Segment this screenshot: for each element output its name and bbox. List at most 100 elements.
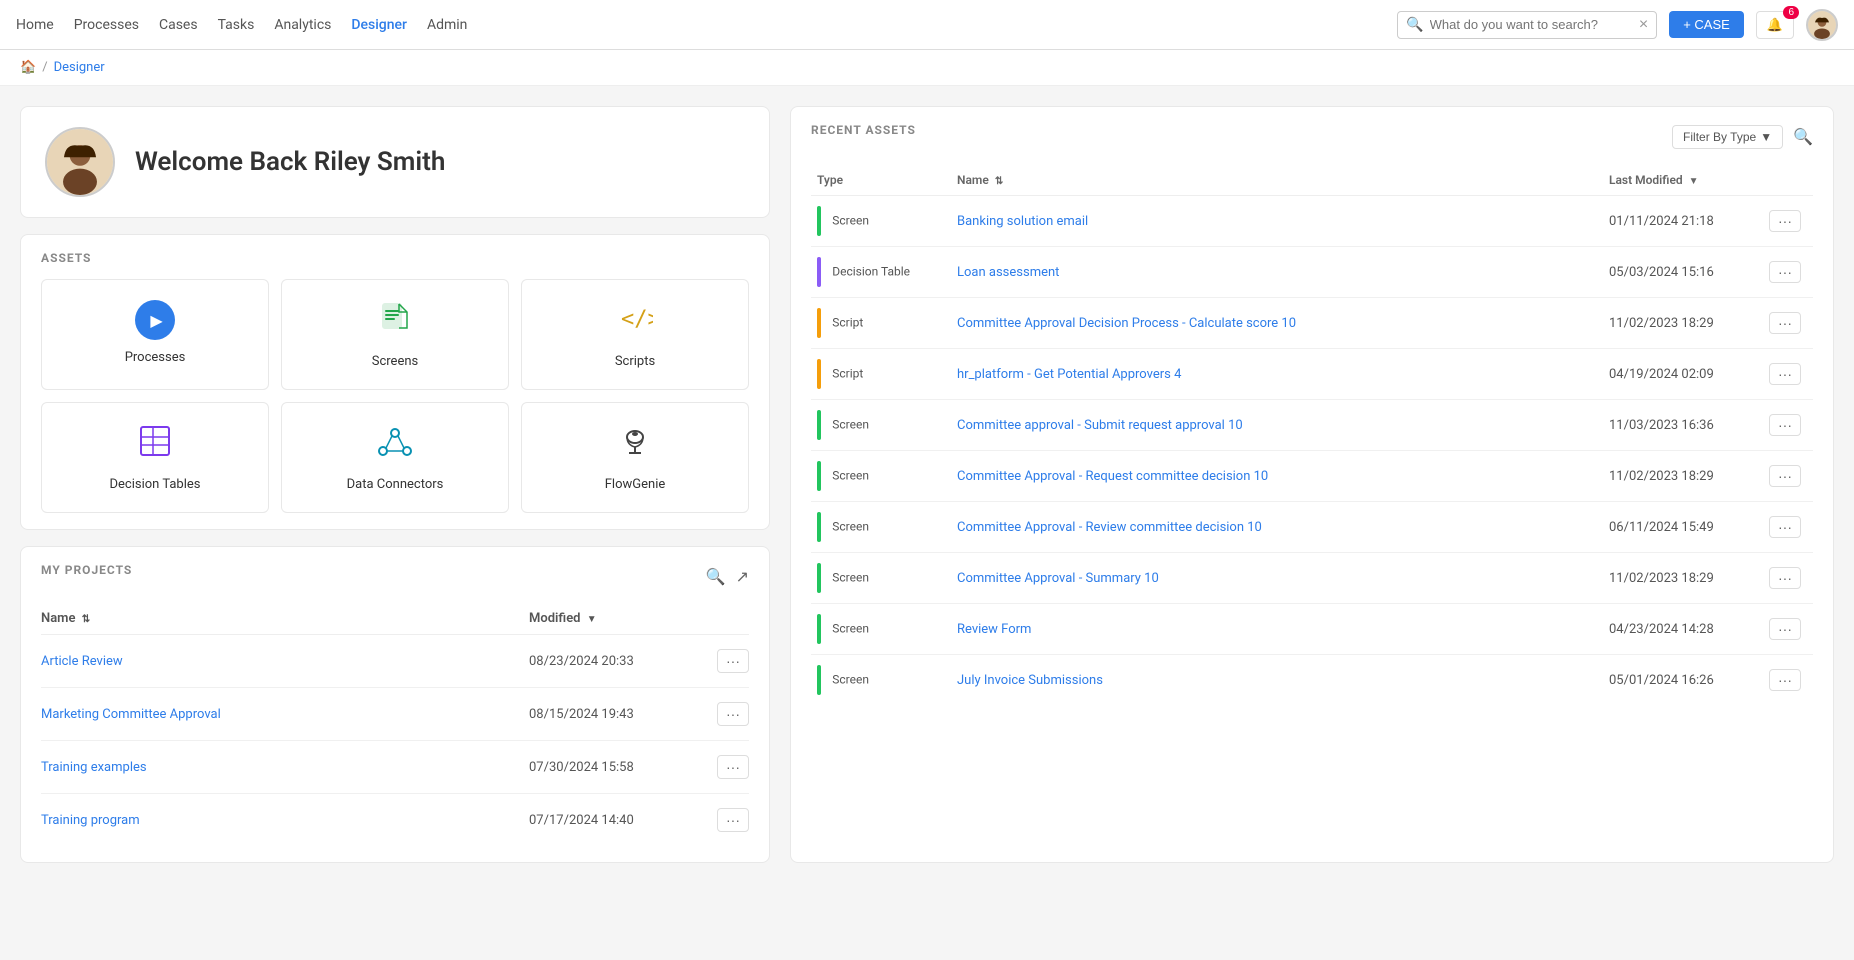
project-options-button[interactable]: ···	[717, 755, 749, 779]
asset-type-label: Script	[832, 366, 863, 380]
project-name[interactable]: Marketing Committee Approval	[41, 707, 529, 722]
asset-name-cell: Banking solution email	[951, 196, 1603, 247]
breadcrumb: 🏠 / Designer	[0, 50, 1854, 86]
notifications-button[interactable]: 🔔 6	[1756, 11, 1794, 39]
asset-processes[interactable]: Processes	[41, 279, 269, 390]
recent-asset-row: Script Committee Approval Decision Proce…	[811, 298, 1813, 349]
asset-modified-cell: 06/11/2024 15:49	[1603, 502, 1763, 553]
project-options-button[interactable]: ···	[717, 649, 749, 673]
asset-options-button[interactable]: ···	[1769, 363, 1801, 385]
asset-options-button[interactable]: ···	[1769, 465, 1801, 487]
asset-type-label: Decision Table	[832, 264, 910, 278]
asset-type-label: Screen	[832, 672, 869, 686]
asset-options-button[interactable]: ···	[1769, 210, 1801, 232]
asset-name-link[interactable]: Committee Approval Decision Process - Ca…	[957, 316, 1296, 331]
asset-name-link[interactable]: Committee approval - Submit request appr…	[957, 418, 1243, 433]
asset-type-label: Screen	[832, 213, 869, 227]
project-actions: ···	[709, 755, 749, 779]
nav-analytics[interactable]: Analytics	[274, 17, 331, 33]
scripts-icon: </>	[617, 300, 653, 344]
asset-name-link[interactable]: Committee Approval - Summary 10	[957, 571, 1159, 586]
user-avatar[interactable]	[1806, 9, 1838, 41]
filter-by-type-button[interactable]: Filter By Type ▼	[1672, 125, 1783, 149]
filter-chevron-icon: ▼	[1760, 130, 1772, 144]
project-name[interactable]: Training examples	[41, 760, 529, 775]
projects-section-title: MY PROJECTS	[41, 563, 132, 577]
name-sort-icon[interactable]: ⇅	[82, 614, 90, 625]
project-modified: 07/30/2024 15:58	[529, 760, 709, 775]
project-actions: ···	[709, 649, 749, 673]
asset-actions-cell: ···	[1763, 196, 1813, 247]
asset-options-button[interactable]: ···	[1769, 669, 1801, 691]
flowgenie-icon	[617, 423, 653, 467]
asset-name-link[interactable]: July Invoice Submissions	[957, 673, 1103, 688]
asset-name-link[interactable]: Review Form	[957, 622, 1031, 637]
screens-icon	[377, 300, 413, 344]
asset-modified-cell: 05/03/2024 15:16	[1603, 247, 1763, 298]
screens-label: Screens	[372, 354, 418, 369]
navbar: Home Processes Cases Tasks Analytics Des…	[0, 0, 1854, 50]
project-options-button[interactable]: ···	[717, 702, 749, 726]
filter-label: Filter By Type	[1683, 130, 1756, 144]
nav-cases[interactable]: Cases	[159, 17, 198, 33]
type-indicator	[817, 512, 821, 542]
asset-modified-cell: 01/11/2024 21:18	[1603, 196, 1763, 247]
asset-scripts[interactable]: </> Scripts	[521, 279, 749, 390]
asset-flowgenie[interactable]: FlowGenie	[521, 402, 749, 513]
asset-name-cell: Committee Approval - Review committee de…	[951, 502, 1603, 553]
modified-sort-icon[interactable]: ▼	[587, 614, 597, 625]
asset-type-cell: Screen	[811, 196, 951, 247]
asset-decision-tables[interactable]: Decision Tables	[41, 402, 269, 513]
nav-designer[interactable]: Designer	[351, 17, 407, 33]
project-options-button[interactable]: ···	[717, 808, 749, 832]
name-sort-icon[interactable]: ⇅	[995, 176, 1003, 187]
case-button[interactable]: + CASE	[1669, 11, 1744, 38]
breadcrumb-home-icon[interactable]: 🏠	[20, 60, 36, 75]
asset-name-link[interactable]: Loan assessment	[957, 265, 1059, 280]
asset-modified-cell: 11/02/2023 18:29	[1603, 553, 1763, 604]
search-clear-button[interactable]: ×	[1639, 16, 1648, 34]
asset-name-link[interactable]: Banking solution email	[957, 214, 1088, 229]
nav-tasks[interactable]: Tasks	[218, 17, 255, 33]
search-recent-button[interactable]: 🔍	[1793, 127, 1813, 147]
asset-data-connectors[interactable]: Data Connectors	[281, 402, 509, 513]
asset-name-link[interactable]: Committee Approval - Request committee d…	[957, 469, 1268, 484]
search-icon: 🔍	[1406, 17, 1423, 33]
open-projects-button[interactable]: ↗	[736, 567, 749, 587]
project-name[interactable]: Article Review	[41, 654, 529, 669]
project-name[interactable]: Training program	[41, 813, 529, 828]
breadcrumb-designer[interactable]: Designer	[54, 60, 105, 75]
nav-processes[interactable]: Processes	[74, 17, 139, 33]
asset-type-cell: Decision Table	[811, 247, 951, 298]
asset-options-button[interactable]: ···	[1769, 312, 1801, 334]
col-name-header: Name ⇅	[41, 611, 529, 626]
asset-options-button[interactable]: ···	[1769, 261, 1801, 283]
asset-options-button[interactable]: ···	[1769, 567, 1801, 589]
recent-asset-row: Screen Banking solution email 01/11/2024…	[811, 196, 1813, 247]
asset-screens[interactable]: Screens	[281, 279, 509, 390]
asset-type-cell: Script	[811, 349, 951, 400]
asset-name-link[interactable]: hr_platform - Get Potential Approvers 4	[957, 367, 1181, 382]
search-input[interactable]	[1430, 17, 1639, 32]
asset-options-button[interactable]: ···	[1769, 618, 1801, 640]
asset-name-link[interactable]: Committee Approval - Review committee de…	[957, 520, 1262, 535]
recent-asset-row: Screen Committee Approval - Review commi…	[811, 502, 1813, 553]
asset-type-cell: Script	[811, 298, 951, 349]
assets-section-title: ASSETS	[41, 251, 749, 265]
modified-sort-icon[interactable]: ▼	[1689, 176, 1699, 187]
col-name-header: Name ⇅	[951, 165, 1603, 196]
asset-type-cell: Screen	[811, 655, 951, 706]
recent-asset-row: Screen Committee approval - Submit reque…	[811, 400, 1813, 451]
asset-options-button[interactable]: ···	[1769, 516, 1801, 538]
type-indicator	[817, 614, 821, 644]
welcome-card: Welcome Back Riley Smith	[20, 106, 770, 218]
search-projects-button[interactable]: 🔍	[706, 567, 726, 587]
asset-name-cell: Committee Approval Decision Process - Ca…	[951, 298, 1603, 349]
recent-asset-row: Screen Committee Approval - Request comm…	[811, 451, 1813, 502]
asset-options-button[interactable]: ···	[1769, 414, 1801, 436]
asset-actions-cell: ···	[1763, 349, 1813, 400]
asset-type-cell: Screen	[811, 400, 951, 451]
nav-admin[interactable]: Admin	[427, 17, 467, 33]
asset-actions-cell: ···	[1763, 247, 1813, 298]
nav-home[interactable]: Home	[16, 17, 54, 33]
